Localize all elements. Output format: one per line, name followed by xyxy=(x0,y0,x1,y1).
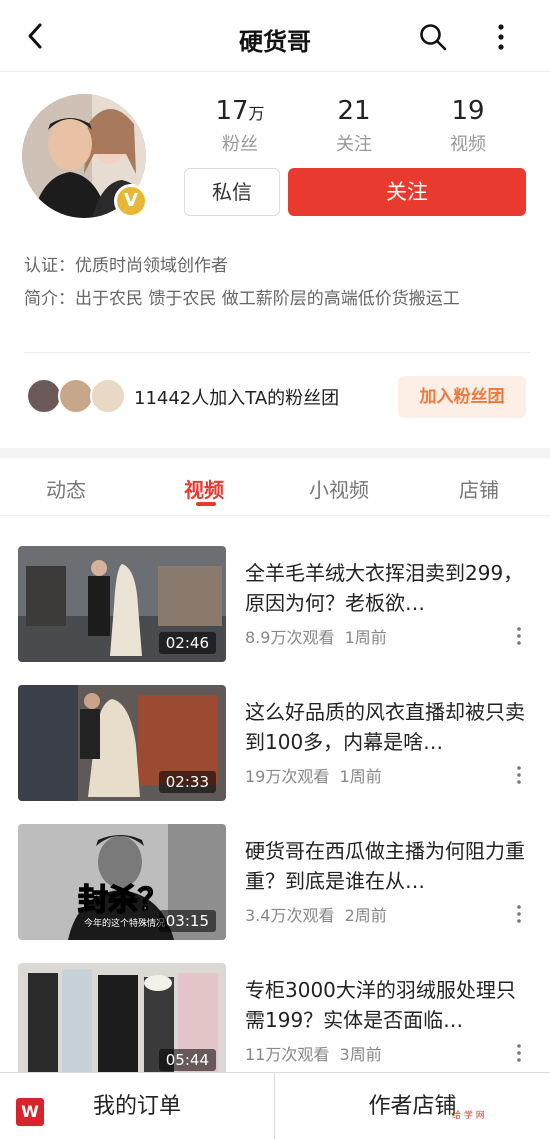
video-time: 2周前 xyxy=(344,906,387,925)
video-overlay-subtitle: 今年的这个特殊情况 xyxy=(84,917,165,929)
video-title[interactable]: 全羊毛羊绒大衣挥泪卖到299，原因为何？老板欲… xyxy=(245,558,525,618)
cert-text: 优质时尚领域创作者 xyxy=(75,256,228,276)
stat-following[interactable]: 21 关注 xyxy=(304,96,404,156)
video-item[interactable]: 05:44 专柜3000大洋的羽绒服处理只需199？实体是否面临… 11万次观看… xyxy=(0,963,550,1081)
tab-store[interactable]: 店铺 xyxy=(459,474,499,503)
video-meta: 11万次观看 3周前 xyxy=(245,1041,382,1065)
video-more-icon[interactable] xyxy=(512,1043,526,1063)
intro-text: 出于农民 馈于农民 做工薪阶层的高端低价货搬运工 xyxy=(75,289,460,309)
video-duration: 03:15 xyxy=(158,910,216,932)
stat-unit: 万 xyxy=(248,104,265,123)
video-item[interactable]: 02:33 这么好品质的风衣直播却被只卖到100多，内幕是啥… 19万次观看 1… xyxy=(0,685,550,803)
video-title[interactable]: 这么好品质的风衣直播却被只卖到100多，内幕是啥… xyxy=(245,697,525,757)
fan-avatar xyxy=(26,378,62,414)
video-more-icon[interactable] xyxy=(512,765,526,785)
page-title: 硬货哥 xyxy=(239,28,311,56)
fan-avatar xyxy=(58,378,94,414)
message-button[interactable]: 私信 xyxy=(184,168,280,216)
video-thumbnail[interactable]: 02:33 xyxy=(18,685,226,801)
video-time: 3周前 xyxy=(339,1045,382,1064)
video-thumbnail[interactable]: 05:44 xyxy=(18,963,226,1079)
video-item[interactable]: 02:46 全羊毛羊绒大衣挥泪卖到299，原因为何？老板欲… 8.9万次观看 1… xyxy=(0,546,550,664)
active-tab-indicator xyxy=(196,502,216,506)
section-separator xyxy=(0,448,550,458)
search-icon[interactable] xyxy=(418,22,448,52)
app-logo-icon: W xyxy=(16,1098,44,1126)
video-meta: 19万次观看 1周前 xyxy=(245,763,382,787)
watermark: 给 学 网 xyxy=(452,1111,485,1121)
video-more-icon[interactable] xyxy=(512,904,526,924)
video-title[interactable]: 硬货哥在西瓜做主播为何阻力重重？到底是谁在从… xyxy=(245,836,525,896)
video-thumbnail[interactable]: 02:46 xyxy=(18,546,226,662)
fan-club-text: 11442人加入TA的粉丝团 xyxy=(134,388,340,409)
cert-label: 认证： xyxy=(24,256,75,276)
author-store-button[interactable]: 作者店铺 xyxy=(275,1073,550,1139)
content-tabs: 动态 视频 小视频 店铺 xyxy=(0,458,550,516)
join-fan-club-button[interactable]: 加入粉丝团 xyxy=(398,376,526,418)
divider xyxy=(24,352,530,353)
verified-badge: V xyxy=(114,184,148,218)
stat-value: 17 xyxy=(215,96,249,126)
follow-button[interactable]: 关注 xyxy=(288,168,526,216)
stat-value: 19 xyxy=(451,96,485,126)
stat-label: 粉丝 xyxy=(222,134,258,155)
stat-value: 21 xyxy=(337,96,371,126)
video-meta: 8.9万次观看 1周前 xyxy=(245,624,387,648)
video-item[interactable]: 封杀？ 今年的这个特殊情况 03:15 硬货哥在西瓜做主播为何阻力重重？到底是谁… xyxy=(0,824,550,942)
stat-videos[interactable]: 19 视频 xyxy=(418,96,518,156)
video-views: 11万次观看 xyxy=(245,1045,330,1064)
certification: 认证：优质时尚领域创作者 xyxy=(24,253,524,279)
video-time: 1周前 xyxy=(344,628,387,647)
top-bar: 硬货哥 xyxy=(0,0,550,72)
bottom-bar: 我的订单 作者店铺 xyxy=(0,1072,550,1139)
more-options-icon[interactable] xyxy=(488,22,514,52)
video-duration: 05:44 xyxy=(158,1049,216,1071)
video-duration: 02:46 xyxy=(158,632,216,654)
video-time: 1周前 xyxy=(339,767,382,786)
video-duration: 02:33 xyxy=(158,771,216,793)
tab-dynamics[interactable]: 动态 xyxy=(46,474,86,503)
video-meta: 3.4万次观看 2周前 xyxy=(245,902,387,926)
video-thumbnail[interactable]: 封杀？ 今年的这个特殊情况 03:15 xyxy=(18,824,226,940)
tab-short-videos[interactable]: 小视频 xyxy=(309,474,369,503)
fan-avatars xyxy=(26,378,130,414)
video-views: 3.4万次观看 xyxy=(245,906,335,925)
video-overlay-text: 封杀？ xyxy=(78,883,168,918)
introduction: 简介：出于农民 馈于农民 做工薪阶层的高端低价货搬运工 xyxy=(24,286,524,312)
video-more-icon[interactable] xyxy=(512,626,526,646)
fan-avatar xyxy=(90,378,126,414)
stat-label: 视频 xyxy=(450,134,486,155)
stat-label: 关注 xyxy=(336,134,372,155)
video-title[interactable]: 专柜3000大洋的羽绒服处理只需199？实体是否面临… xyxy=(245,975,525,1035)
stat-fans[interactable]: 17万 粉丝 xyxy=(190,96,290,156)
tab-videos[interactable]: 视频 xyxy=(184,474,224,503)
video-views: 8.9万次观看 xyxy=(245,628,335,647)
intro-label: 简介： xyxy=(24,289,75,309)
video-views: 19万次观看 xyxy=(245,767,330,786)
